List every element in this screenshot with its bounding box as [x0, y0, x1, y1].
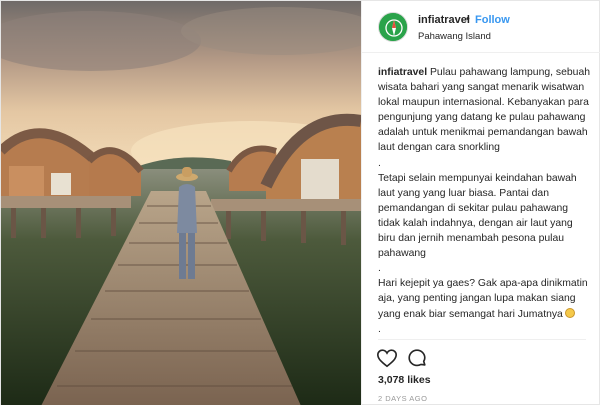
- caption-paragraph-1: Pulau pahawang lampung, sebuah wisata ba…: [378, 67, 591, 154]
- post-caption: infiatravel Pulau pahawang lampung, sebu…: [378, 65, 590, 337]
- follow-button[interactable]: Follow: [475, 14, 510, 26]
- caption-separator-2: .: [378, 263, 381, 275]
- like-button[interactable]: [376, 347, 398, 369]
- post-sidebar: infiatravel • Follow Pahawang Island inf…: [361, 1, 600, 405]
- separator-dot: •: [466, 13, 470, 25]
- avatar[interactable]: [378, 12, 408, 42]
- caption-separator-3: .: [378, 323, 381, 335]
- caption-separator-1: .: [378, 157, 381, 169]
- caption-username[interactable]: infiatravel: [378, 67, 427, 78]
- heart-icon: [377, 349, 397, 368]
- smiling-face-emoji-icon: [564, 307, 575, 318]
- comment-icon: [408, 349, 426, 367]
- compass-icon: [379, 13, 407, 41]
- caption-paragraph-2: Tetapi selain mempunyai keindahan bawah …: [378, 172, 577, 260]
- post-timestamp: 2 DAYS AGO: [378, 394, 428, 403]
- comment-button[interactable]: [406, 347, 428, 369]
- username-link[interactable]: infiatravel: [418, 14, 470, 26]
- location-link[interactable]: Pahawang Island: [418, 31, 491, 42]
- like-count[interactable]: 3,078 likes: [378, 374, 431, 386]
- caption-paragraph-3: Hari kejepit ya gaes? Gak apa-apa dinikm…: [378, 278, 588, 320]
- post-photo[interactable]: [1, 1, 361, 405]
- post-header: infiatravel • Follow Pahawang Island: [362, 1, 600, 53]
- instagram-post: infiatravel • Follow Pahawang Island inf…: [0, 0, 600, 405]
- divider: [378, 339, 586, 340]
- pier-photo-illustration: [1, 1, 361, 405]
